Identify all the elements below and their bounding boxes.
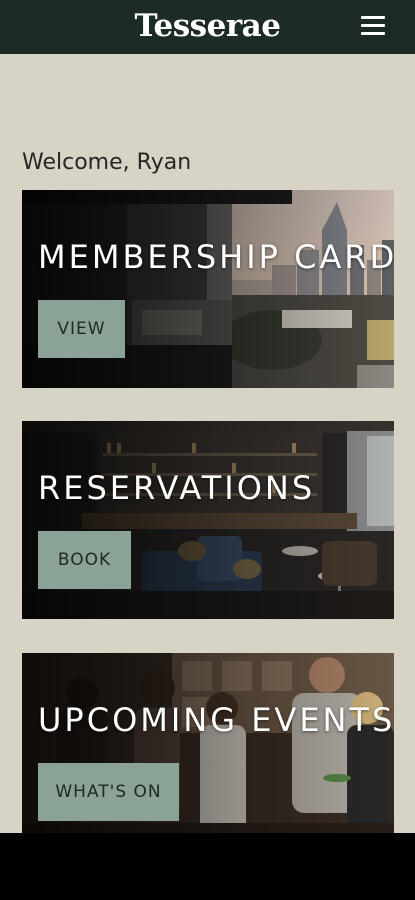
membership-card-image <box>22 190 394 388</box>
whats-on-button[interactable]: WHAT'S ON <box>38 763 179 821</box>
welcome-greeting: Welcome, Ryan <box>22 150 192 175</box>
view-button[interactable]: VIEW <box>38 300 125 358</box>
top-bar: Tesserae <box>0 0 415 54</box>
reservations-title: RESERVATIONS <box>38 469 316 507</box>
system-navigation-bar <box>0 833 415 900</box>
upcoming-events-tile[interactable]: UPCOMING EVENTS WHAT'S ON <box>22 653 394 833</box>
app-screen: Tesserae Welcome, Ryan MEMBERSHIP CARD V… <box>0 0 415 833</box>
book-button[interactable]: BOOK <box>38 531 131 589</box>
upcoming-events-title: UPCOMING EVENTS <box>38 701 394 739</box>
membership-card-tile[interactable]: MEMBERSHIP CARD VIEW <box>22 190 394 388</box>
reservations-image <box>22 421 394 619</box>
hamburger-menu-icon[interactable] <box>361 16 385 36</box>
brand-logo[interactable]: Tesserae <box>0 6 415 46</box>
reservations-tile[interactable]: RESERVATIONS BOOK <box>22 421 394 619</box>
membership-card-title: MEMBERSHIP CARD <box>38 238 394 276</box>
